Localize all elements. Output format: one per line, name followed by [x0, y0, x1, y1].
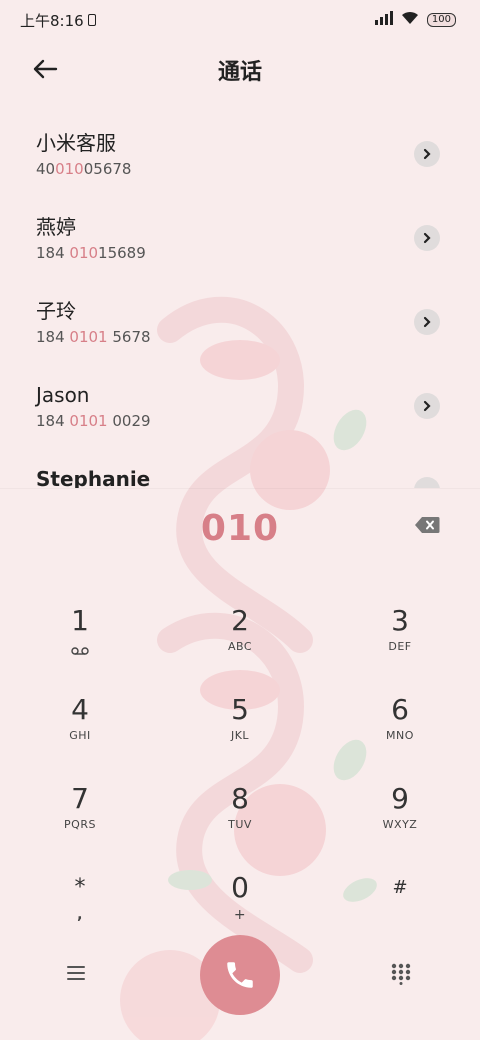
backspace-button[interactable] [414, 516, 440, 536]
back-button[interactable] [28, 52, 62, 86]
status-time: 上午8:16 [20, 11, 84, 30]
key-digit: 7 [71, 782, 89, 815]
contact-detail-button[interactable] [414, 309, 440, 335]
key-digit: 1 [71, 604, 89, 637]
key-4[interactable]: 4 GHI [0, 689, 160, 778]
key-2[interactable]: 2 ABC [160, 600, 320, 689]
dialed-number: 010 [200, 507, 280, 549]
key-letters: TUV [228, 818, 252, 831]
bottom-action-bar [0, 935, 480, 1015]
contact-results-list: 小米客服 4001005678 燕婷 184 01015689 子玲 184 0… [0, 112, 480, 488]
wifi-icon [401, 11, 419, 29]
contact-name: Jason [36, 383, 90, 407]
divider [0, 488, 480, 489]
key-7[interactable]: 7 PQRS [0, 778, 160, 867]
contact-item[interactable]: 燕婷 184 01015689 [0, 196, 480, 280]
key-letters: ABC [227, 640, 253, 653]
key-digit: * [74, 875, 86, 900]
key-6[interactable]: 6 MNO [320, 689, 480, 778]
key-letters: WXYZ [382, 818, 418, 831]
contact-number: 184 0101 5678 [36, 328, 151, 346]
chevron-right-icon [423, 148, 431, 160]
key-digit: 2 [231, 604, 249, 637]
key-digit: 5 [231, 693, 249, 726]
key-digit: 0 [231, 871, 249, 904]
contact-number: 184 01015689 [36, 244, 146, 262]
vibrate-icon [87, 14, 96, 26]
key-digit: 3 [391, 604, 409, 637]
contact-detail-button[interactable] [414, 225, 440, 251]
menu-icon [67, 966, 85, 980]
dial-keypad: 1 2 ABC 3 DEF 4 GHI 5 JKL 6 MNO 7 PQRS 8… [0, 600, 480, 956]
backspace-icon [415, 517, 440, 533]
app-header: 通话 [0, 44, 480, 96]
key-letters: JKL [230, 729, 250, 742]
contact-item[interactable]: 子玲 184 0101 5678 [0, 280, 480, 364]
key-1[interactable]: 1 [0, 600, 160, 689]
contact-name: 小米客服 [36, 131, 116, 155]
key-letters: PQRS [64, 818, 96, 831]
back-arrow-icon [33, 59, 58, 79]
contact-item[interactable]: 小米客服 4001005678 [0, 112, 480, 196]
chevron-right-icon [423, 316, 431, 328]
phone-icon [227, 962, 253, 988]
contact-detail-button[interactable] [414, 141, 440, 167]
contact-number: 4001005678 [36, 160, 132, 178]
contact-number: 184 0101 0029 [36, 412, 151, 430]
key-5[interactable]: 5 JKL [160, 689, 320, 778]
key-digit: 6 [391, 693, 409, 726]
contact-item[interactable]: Stephanie [0, 448, 480, 488]
chevron-right-icon [423, 232, 431, 244]
contact-detail-button[interactable] [414, 393, 440, 419]
key-letters: , [77, 907, 83, 923]
status-bar: 上午8:16 100 [0, 0, 480, 40]
key-letters: DEF [388, 640, 412, 653]
dialed-number-display: 010 [0, 498, 480, 558]
key-digit: 4 [71, 693, 89, 726]
key-8[interactable]: 8 TUV [160, 778, 320, 867]
call-button[interactable] [200, 935, 280, 1015]
key-digit: 9 [391, 782, 409, 815]
key-letters: MNO [386, 729, 414, 742]
dialpad-toggle-button[interactable] [390, 963, 412, 985]
contact-name: 燕婷 [36, 215, 76, 239]
key-9[interactable]: 9 WXYZ [320, 778, 480, 867]
key-letters: GHI [69, 729, 91, 742]
contact-name: 子玲 [36, 299, 76, 323]
battery-indicator: 100 [426, 13, 456, 27]
chevron-right-icon [423, 400, 431, 412]
contact-name: Stephanie [36, 467, 151, 488]
menu-button[interactable] [66, 965, 88, 983]
key-3[interactable]: 3 DEF [320, 600, 480, 689]
key-digit: 8 [231, 782, 249, 815]
key-letters: + [233, 907, 247, 923]
dialpad-icon [391, 963, 411, 985]
voicemail-icon [71, 640, 89, 659]
signal-icon [374, 11, 393, 29]
page-title: 通话 [217, 60, 262, 85]
contact-item[interactable]: Jason 184 0101 0029 [0, 364, 480, 448]
key-digit: # [392, 877, 408, 898]
